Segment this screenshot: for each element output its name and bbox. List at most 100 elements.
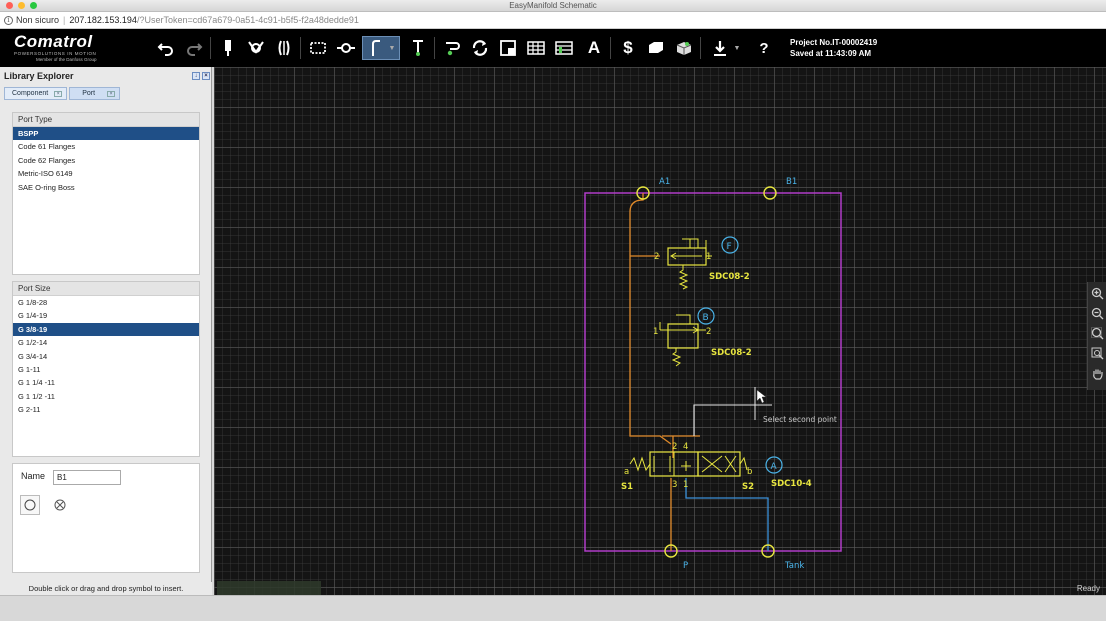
close-icon[interactable]: × [107,90,116,97]
check-valve-tool-button[interactable] [244,36,268,60]
svg-text:3: 3 [672,480,677,490]
drawing-line[interactable] [693,404,758,436]
text-tool-button[interactable]: A [582,36,606,60]
chevron-down-icon: ▼ [388,44,396,52]
cartridge-tool-button[interactable] [216,36,240,60]
route-icon [446,42,460,56]
list-item[interactable]: BSPP [13,127,199,141]
library-status: Double click or drag and drop symbol to … [0,582,212,595]
zoom-out-button[interactable] [1090,305,1105,321]
bom-table-button[interactable] [524,36,548,60]
status-ready: Ready [1076,584,1100,593]
refresh-icon [472,40,488,56]
port-size-panel: Port Size G 1/8-28 G 1/4-19 G 3/8-19 G 1… [12,281,200,457]
line-tool-button[interactable]: ▼ [362,36,400,60]
brand-logo: Comatrol POWERSOLUTIONS IN MOTION Member… [14,33,124,63]
list-item[interactable]: G 1/4-19 [13,309,199,322]
list-item[interactable]: SAE O-ring Boss [13,181,199,194]
list-item[interactable]: G 3/4-14 [13,350,199,363]
svg-text:1: 1 [683,480,688,490]
valve-a[interactable]: 2 4 3 1 a b S1 S2 A SDC10-4 [621,442,812,492]
port-tool-button[interactable] [334,36,358,60]
dashed-box-icon [310,42,326,54]
orifice-icon [278,40,290,56]
port-type-panel: Port Type BSPP Code 61 Flanges Code 62 F… [12,112,200,275]
port-symbol-button[interactable] [20,495,40,515]
schematic-canvas[interactable]: Select second point A1 B1 P Tank 2 1 F S… [214,67,1106,595]
chevron-down-icon: ▼ [733,44,741,52]
block-view-button[interactable] [496,36,520,60]
price-button[interactable]: $ [616,36,640,60]
block-icon [500,40,516,56]
help-icon: ? [759,39,769,57]
manifold-3d-button[interactable] [672,36,696,60]
tank-line[interactable] [685,478,769,551]
svg-text:S1: S1 [621,482,633,492]
plug-symbol-button[interactable] [50,495,70,515]
list-item[interactable]: Code 61 Flanges [13,140,199,153]
svg-text:B: B [703,313,709,323]
route-tool-button[interactable] [440,36,464,60]
close-panel-button[interactable]: × [202,72,210,80]
address-bar[interactable]: i Non sicuro | 207.182.153.194/?UserToken=c… [0,12,1106,29]
orifice-tool-button[interactable] [272,36,296,60]
close-icon[interactable]: × [54,90,63,97]
svg-text:a: a [624,467,629,477]
valve-f[interactable]: 2 1 F SDC08-2 [654,236,750,290]
name-input[interactable]: B1 [53,470,121,485]
list-item[interactable]: G 1 1/2 -11 [13,390,199,403]
svg-text:1: 1 [653,327,658,337]
zoom-fit-button[interactable] [1090,325,1105,341]
schematic-drawing[interactable]: Select second point A1 B1 P Tank 2 1 F S… [214,67,1106,595]
list-item[interactable]: Metric-ISO 6149 [13,167,199,180]
svg-text:1: 1 [706,252,711,262]
library-title: Library Explorer [4,71,74,81]
download-icon [714,41,726,56]
tooltip-text: Select second point [763,415,837,424]
zoom-window-button[interactable] [1090,345,1105,361]
help-button[interactable]: ? [752,36,776,60]
zoom-window-icon [1091,347,1103,359]
list-item[interactable]: Code 62 Flanges [13,154,199,167]
component-button[interactable] [644,36,668,60]
manifold-boundary[interactable] [584,192,842,552]
port-size-header: Port Size [13,282,199,296]
library-explorer: Library Explorer ↓ × Component × Port × Po… [0,67,212,595]
saved-time: Saved at 11:43:09 AM [790,49,872,58]
report-icon [555,41,573,55]
security-label: Non sicuro [16,15,60,25]
tab-port[interactable]: Port × [69,87,121,100]
window-titlebar: EasyManifold Schematic [0,0,1106,12]
refresh-button[interactable] [468,36,492,60]
undo-button[interactable] [154,36,178,60]
list-item[interactable]: G 1 1/4 -11 [13,376,199,389]
tab-component[interactable]: Component × [4,87,68,100]
info-icon[interactable]: i [4,16,13,26]
svg-text:4: 4 [683,442,688,452]
tee-tool-button[interactable] [406,36,430,60]
url-path: /?UserToken=cd67a679-0a51-4c91-b5f5-f2a4… [136,15,359,25]
list-item[interactable]: G 1/8-28 [13,296,199,309]
bottom-strip [0,595,1106,621]
minimap[interactable] [217,581,321,595]
brand-name: Comatrol [14,32,93,51]
list-item[interactable]: G 2-11 [13,403,199,416]
list-item[interactable]: G 1-11 [13,363,199,376]
text-tool-label: A [587,38,601,57]
report-button[interactable] [552,36,576,60]
name-label: Name [21,471,46,481]
pin-panel-button[interactable]: ↓ [192,72,200,80]
download-button[interactable] [708,36,732,60]
select-box-tool-button[interactable] [306,36,330,60]
zoom-in-button[interactable] [1090,285,1105,301]
list-item[interactable]: G 1/2-14 [13,336,199,349]
download-menu-button[interactable]: ▼ [730,36,744,60]
zoom-in-icon [1091,287,1103,299]
list-item[interactable]: G 3/8-19 [13,322,199,337]
valve-b[interactable]: 1 2 B SDC08-2 [653,307,752,367]
pan-button[interactable] [1090,365,1105,381]
redo-button[interactable] [182,36,206,60]
pressure-line[interactable] [629,193,700,458]
dollar-icon: $ [623,38,633,57]
port-b1-label: B1 [786,177,797,187]
